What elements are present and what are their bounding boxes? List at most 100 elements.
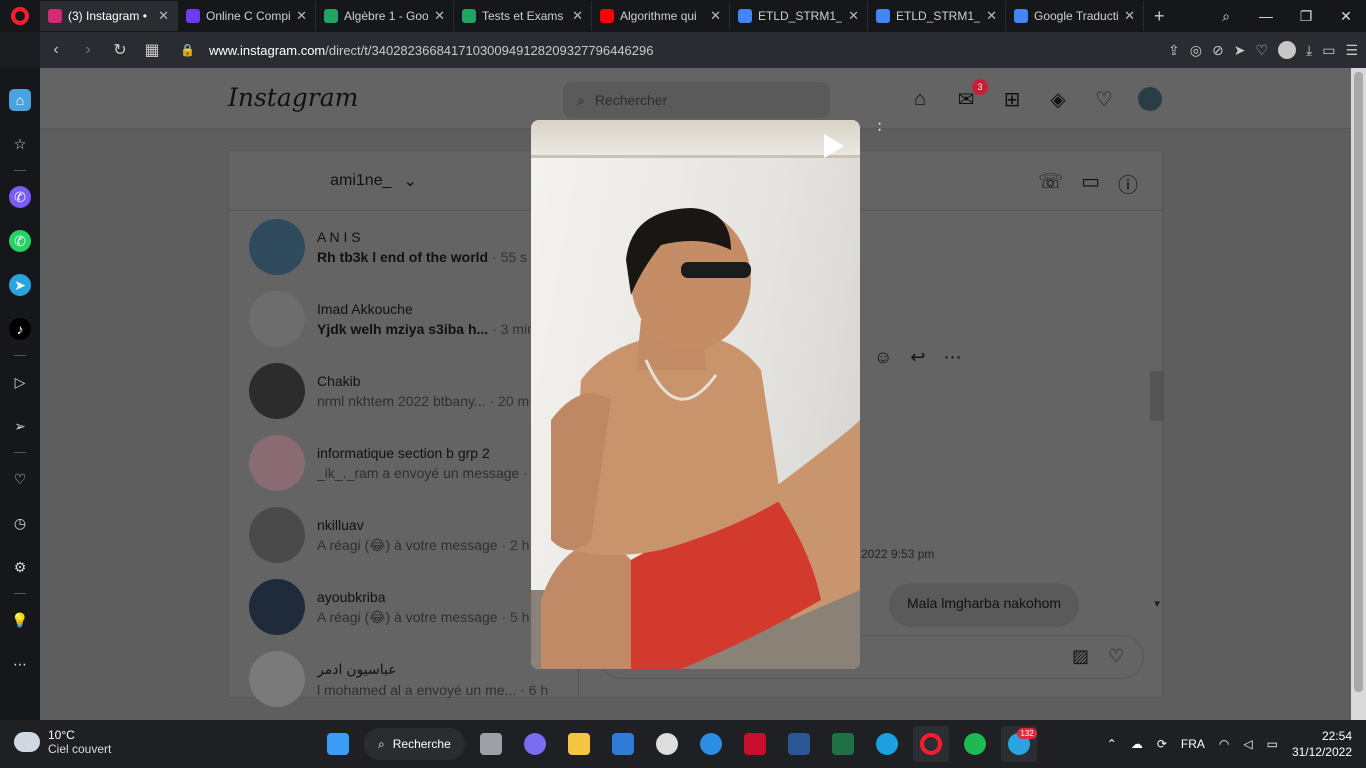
browser-tab[interactable]: ETLD_STRM1_20 ✕ xyxy=(868,1,1006,31)
heart-icon[interactable]: ♡ xyxy=(1255,42,1268,59)
lightbulb-icon[interactable]: 💡 xyxy=(9,609,31,631)
speed-dial-icon[interactable]: ▦ xyxy=(136,40,168,60)
tab-close-icon[interactable]: ✕ xyxy=(1124,8,1135,24)
more-icon[interactable]: ⋯ xyxy=(9,653,31,675)
emoji-react-icon[interactable]: ☺ xyxy=(874,347,892,368)
play-icon[interactable] xyxy=(824,134,844,158)
word-icon[interactable] xyxy=(781,726,817,762)
like-heart-icon[interactable]: ♡ xyxy=(1108,646,1124,667)
video-call-icon[interactable]: ▭ xyxy=(1081,169,1100,198)
conversation-item[interactable]: Chakib nrml nkhtem 2022 btbany... · 20 m xyxy=(229,355,578,427)
sync-icon[interactable]: ⟳ xyxy=(1157,737,1167,751)
taskbar-search[interactable]: ⌕ Recherche xyxy=(364,728,465,760)
info-icon[interactable]: ⓘ xyxy=(1118,169,1138,198)
url-field[interactable]: 🔒 www.instagram.com/direct/t/34028236684… xyxy=(180,43,653,58)
new-post-icon[interactable]: ⊞ xyxy=(1000,87,1024,111)
maximize-button[interactable]: ❐ xyxy=(1286,8,1326,25)
close-window-button[interactable]: ✕ xyxy=(1326,8,1366,25)
browser-tab[interactable]: Google Traducti ✕ xyxy=(1006,1,1144,31)
tab-close-icon[interactable]: ✕ xyxy=(710,8,721,24)
star-icon[interactable]: ☆ xyxy=(9,133,31,155)
task-view-icon[interactable] xyxy=(473,726,509,762)
opera-icon[interactable] xyxy=(912,726,949,762)
conversation-item[interactable]: عباسيون ادمر l mohamed al a envoyé un me.… xyxy=(229,643,578,715)
instagram-logo[interactable]: Instagram xyxy=(228,83,358,112)
thread-scrollbar[interactable] xyxy=(1150,371,1164,421)
browser-tab[interactable]: Algèbre 1 - Goo ✕ xyxy=(316,1,454,31)
browser-tab[interactable]: ETLD_STRM1_20 ✕ xyxy=(730,1,868,31)
page-scrollbar[interactable] xyxy=(1351,68,1366,720)
conversation-item[interactable]: ayoubkriba A réagi (😂) à votre message · … xyxy=(229,571,578,643)
browser-tab[interactable]: Algorithme qui ✕ xyxy=(592,1,730,31)
new-tab-button[interactable]: + xyxy=(1144,6,1175,27)
messenger-icon[interactable]: ✆ xyxy=(9,186,31,208)
tab-close-icon[interactable]: ✕ xyxy=(572,8,583,24)
browser-tab[interactable]: Tests et Exams - ✕ xyxy=(454,1,592,31)
opera-logo-icon[interactable] xyxy=(0,0,40,32)
profile-avatar[interactable] xyxy=(1138,87,1162,111)
search-tabs-icon[interactable]: ⌕ xyxy=(1206,8,1246,25)
send-icon[interactable]: ➤ xyxy=(1234,42,1246,59)
file-explorer-icon[interactable] xyxy=(561,726,597,762)
tab-close-icon[interactable]: ✕ xyxy=(848,8,859,24)
adblock-icon[interactable]: ⊘ xyxy=(1212,42,1224,59)
excel-icon[interactable] xyxy=(825,726,861,762)
chevron-up-icon[interactable]: ⌃ xyxy=(1107,737,1117,751)
message-bubble[interactable]: Mala lmgharba nakohom xyxy=(889,583,1080,627)
image-icon[interactable]: ▨ xyxy=(1072,646,1089,667)
download-icon[interactable]: ⤓ xyxy=(1306,42,1312,59)
wifi-icon[interactable]: ◠ xyxy=(1219,737,1229,751)
forward-button[interactable]: › xyxy=(72,41,104,59)
home-icon[interactable]: ⌂ xyxy=(9,89,31,111)
tab-close-icon[interactable]: ✕ xyxy=(986,8,997,24)
activity-heart-icon[interactable]: ♡ xyxy=(1092,87,1116,111)
conversation-item[interactable]: nkilluav A réagi (😂) à votre message · 2 … xyxy=(229,499,578,571)
teams-chat-icon[interactable] xyxy=(517,726,553,762)
camera-app-icon[interactable] xyxy=(649,726,685,762)
weather-widget[interactable]: 10°C Ciel couvert xyxy=(14,728,111,756)
tab-close-icon[interactable]: ✕ xyxy=(158,8,169,24)
story-options-icon[interactable]: · · xyxy=(877,116,882,138)
browser-tab[interactable]: (3) Instagram • ✕ xyxy=(40,1,178,31)
conversation-item[interactable]: Imad Akkouche Yjdk welh mziya s3iba h... … xyxy=(229,283,578,355)
help-icon[interactable] xyxy=(693,726,729,762)
heart-icon[interactable]: ♡ xyxy=(9,468,31,490)
tiktok-icon[interactable]: ♪ xyxy=(9,318,31,340)
microsoft-store-icon[interactable] xyxy=(605,726,641,762)
easy-setup-icon[interactable]: ☰ xyxy=(1345,42,1358,59)
start-button[interactable] xyxy=(320,726,356,762)
reply-icon[interactable]: ↩ xyxy=(910,347,925,368)
language-indicator[interactable]: FRA xyxy=(1181,737,1205,751)
story-video[interactable] xyxy=(531,120,860,669)
tab-close-icon[interactable]: ✕ xyxy=(296,8,307,24)
back-button[interactable]: ‹ xyxy=(40,41,72,59)
reload-button[interactable]: ↻ xyxy=(104,40,136,60)
more-options-icon[interactable]: ⋯ xyxy=(943,347,961,368)
tab-close-icon[interactable]: ✕ xyxy=(434,8,445,24)
scroll-down-arrow-icon[interactable]: ▼ xyxy=(1152,599,1162,610)
send-icon[interactable]: ➢ xyxy=(9,415,31,437)
player-icon[interactable]: ▷ xyxy=(9,371,31,393)
clock[interactable]: 22:54 31/12/2022 xyxy=(1292,728,1352,760)
camera-icon[interactable]: ◎ xyxy=(1190,42,1202,59)
conversation-item[interactable]: informatique section b grp 2 _ik_._ram a … xyxy=(229,427,578,499)
profile-icon[interactable] xyxy=(1278,41,1296,59)
volume-icon[interactable]: ◁ xyxy=(1243,737,1252,751)
explore-icon[interactable]: ◈ xyxy=(1046,87,1070,111)
onedrive-icon[interactable]: ☁ xyxy=(1131,737,1143,751)
whatsapp-icon[interactable]: ✆ xyxy=(9,230,31,252)
settings-icon[interactable]: ⚙ xyxy=(9,556,31,578)
share-icon[interactable]: ⇪ xyxy=(1168,42,1180,59)
battery-icon[interactable]: ▭ xyxy=(1322,42,1335,59)
telegram-icon[interactable]: 132 xyxy=(1000,726,1037,762)
home-icon[interactable]: ⌂ xyxy=(908,87,932,111)
mcafee-icon[interactable] xyxy=(737,726,773,762)
minimize-button[interactable]: — xyxy=(1246,8,1286,24)
telegram-icon[interactable]: ➤ xyxy=(9,274,31,296)
account-switcher[interactable]: ami1ne_ ⌄ xyxy=(229,151,578,211)
history-icon[interactable]: ◷ xyxy=(9,512,31,534)
phone-icon[interactable]: ☏ xyxy=(1038,169,1063,198)
battery-icon[interactable]: ▭ xyxy=(1267,737,1278,751)
messenger-icon[interactable]: ✉ 3 xyxy=(954,79,988,111)
browser-tab[interactable]: Online C Compi ✕ xyxy=(178,1,316,31)
